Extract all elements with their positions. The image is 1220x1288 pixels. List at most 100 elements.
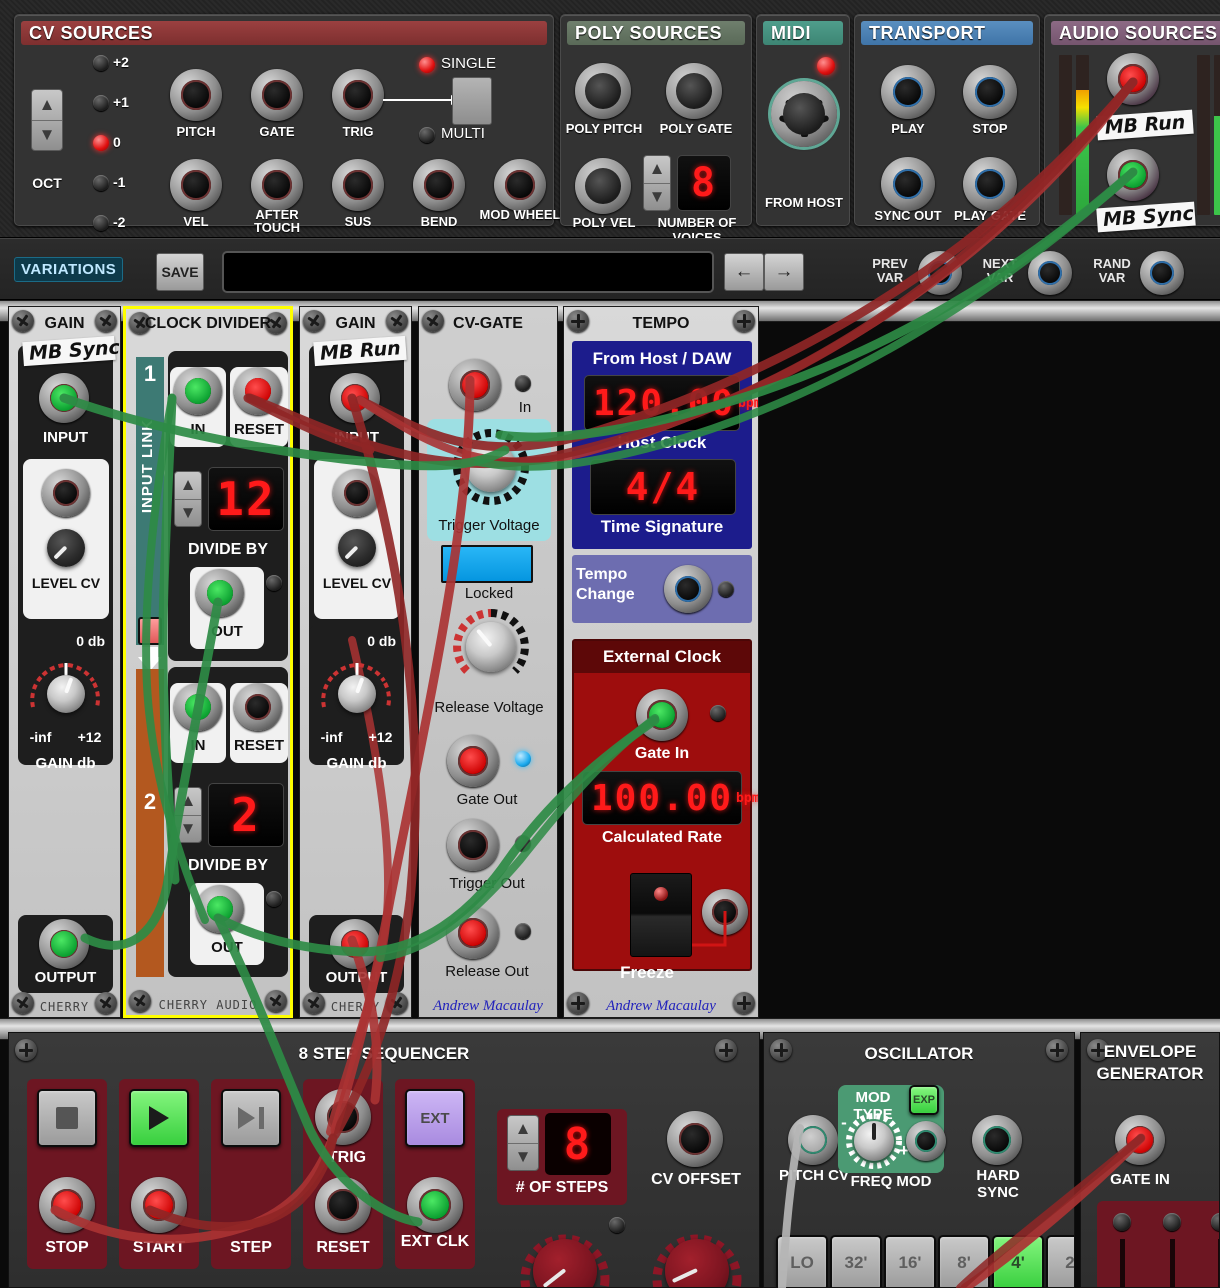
variations-save-button[interactable]: SAVE <box>156 253 204 291</box>
transport-title: TRANSPORT <box>861 21 1033 45</box>
variations-next-button[interactable]: → <box>764 253 804 291</box>
cv-offset-jack[interactable] <box>667 1111 723 1167</box>
jack-poly-gate-label: POLY GATE <box>659 121 733 136</box>
jack-stop[interactable] <box>963 65 1017 119</box>
oct-led-plus2 <box>93 55 109 71</box>
octave-up-button[interactable]: ▲ <box>32 90 62 121</box>
io-panel: CV SOURCES ▲ ▼ OCT +2 +1 0 -1 -2 PITCH G… <box>0 0 1220 245</box>
jack-prev-var[interactable] <box>918 251 962 295</box>
div2-divide-by-label: DIVIDE BY <box>187 857 268 874</box>
octave-down-button[interactable]: ▼ <box>32 121 62 151</box>
jack-poly-vel-label: POLY VEL <box>572 215 636 230</box>
single-multi-toggle-button[interactable] <box>452 77 492 125</box>
oscillator-freq-mod-knob[interactable] <box>854 1121 894 1161</box>
cvgate-trigger-voltage-label: Trigger Voltage <box>438 517 540 534</box>
gain1-level-cv-knob[interactable] <box>47 529 85 567</box>
variations-name-field[interactable] <box>222 251 714 293</box>
jack-sync-out[interactable] <box>881 157 935 211</box>
envelope-slider-track-1[interactable] <box>1120 1239 1125 1287</box>
jack-rand-var[interactable] <box>1140 251 1184 295</box>
steps-down-button[interactable]: ▼ <box>508 1144 538 1171</box>
cvgate-release-voltage-knob[interactable] <box>466 622 516 672</box>
variations-prev-button[interactable]: ← <box>724 253 764 291</box>
voices-down-button[interactable]: ▼ <box>644 184 670 211</box>
label-mb-sync: MB Sync <box>1096 201 1196 233</box>
div2-up-button[interactable]: ▲ <box>175 788 201 816</box>
octave-spinner[interactable]: ▲ ▼ <box>31 89 63 151</box>
jack-next-var[interactable] <box>1028 251 1072 295</box>
tempo-external-clock-label: External Clock <box>602 647 722 666</box>
jack-vel[interactable] <box>170 159 222 211</box>
oct-led-zero <box>93 135 109 151</box>
div1-spinner[interactable]: ▲ ▼ <box>174 471 202 527</box>
gain1-output-plug <box>51 931 77 957</box>
module-gain-2: GAIN INPUT LEVEL CV 0 db -inf +12 GAIN d… <box>299 306 412 1018</box>
jack-sus[interactable] <box>332 159 384 211</box>
sequencer-start-button[interactable] <box>129 1089 189 1147</box>
input-link-button[interactable] <box>138 617 162 645</box>
div1-down-button[interactable]: ▼ <box>175 500 201 527</box>
oscillator-hard-sync-jack[interactable] <box>972 1115 1022 1165</box>
tempo-host-clock-label: Host Clock <box>617 433 707 452</box>
jack-poly-pitch[interactable] <box>575 63 631 119</box>
jack-modwheel[interactable] <box>494 159 546 211</box>
steps-up-button[interactable]: ▲ <box>508 1116 538 1144</box>
voices-spinner[interactable]: ▲ ▼ <box>643 155 671 211</box>
tempo-freeze-switch[interactable] <box>630 873 692 957</box>
div1-up-button[interactable]: ▲ <box>175 472 201 500</box>
gain2-level-cv-jack[interactable] <box>333 469 381 517</box>
jack-aftertouch[interactable] <box>251 159 303 211</box>
oscillator-footage-lo[interactable]: LO <box>776 1235 828 1287</box>
oscillator-footage-2[interactable]: 2' <box>1046 1235 1074 1287</box>
div1-out-plug <box>207 580 233 606</box>
envelope-slider-led-2 <box>1163 1213 1181 1231</box>
jack-play-gate[interactable] <box>963 157 1017 211</box>
sequencer-step-button[interactable] <box>221 1089 281 1147</box>
trig-multi-arrow-icon <box>383 95 461 105</box>
div2-reset-jack[interactable] <box>234 683 282 731</box>
tempo-change-jack[interactable] <box>664 565 712 613</box>
jack-play[interactable] <box>881 65 935 119</box>
tempo-freeze-link-icon <box>692 911 727 947</box>
cvgate-trigger-voltage-knob[interactable] <box>466 442 516 492</box>
oscillator-footage-16[interactable]: 16' <box>884 1235 936 1287</box>
jack-gate[interactable] <box>251 69 303 121</box>
step-icon <box>237 1107 265 1129</box>
jack-poly-vel[interactable] <box>575 158 631 214</box>
jack-bend[interactable] <box>413 159 465 211</box>
div2-down-button[interactable]: ▼ <box>175 816 201 843</box>
jack-pitch[interactable] <box>170 69 222 121</box>
cvgate-release-out-led <box>515 923 531 939</box>
jack-trig[interactable] <box>332 69 384 121</box>
div1-in-label: IN <box>190 421 206 438</box>
steps-spinner[interactable]: ▲ ▼ <box>507 1115 539 1171</box>
sequencer-stop-button[interactable] <box>37 1089 97 1147</box>
div2-spinner[interactable]: ▲ ▼ <box>174 787 202 843</box>
gain2-gain-knob[interactable] <box>338 675 376 713</box>
tempo-calculated-display: 100.00 bpm <box>582 771 758 825</box>
oscillator-footage-32[interactable]: 32' <box>830 1235 882 1287</box>
sequencer-reset-jack[interactable] <box>315 1177 371 1233</box>
oscillator-footage-8[interactable]: 8' <box>938 1235 990 1287</box>
module-cv-gate-title: CV-GATE <box>453 315 523 332</box>
jack-modwheel-label: MOD WHEEL <box>479 207 561 222</box>
jack-poly-gate[interactable] <box>666 63 722 119</box>
module-rack: GAIN INPUT LEVEL CV 0 db 0 db -inf +12 G… <box>0 300 1220 1288</box>
envelope-slider-track-2[interactable] <box>1170 1239 1175 1287</box>
oscillator-exp-button[interactable]: EXP <box>909 1085 939 1115</box>
jack-midi-from-host[interactable] <box>771 81 837 147</box>
oct-led-minus2 <box>93 215 109 231</box>
oscillator-footage-4[interactable]: 4' <box>992 1235 1044 1287</box>
cvgate-locked-button[interactable] <box>441 545 533 583</box>
midi-panel: MIDI FROM HOST <box>756 14 850 226</box>
module-sequencer-title: 8 STEP SEQUENCER <box>298 1044 470 1063</box>
gain1-level-cv-jack[interactable] <box>42 469 90 517</box>
cvgate-trigger-out-jack[interactable] <box>447 819 499 871</box>
sequencer-ext-button[interactable]: EXT <box>405 1089 465 1147</box>
gain2-gain-db-label: GAIN db <box>326 755 387 772</box>
gain2-level-cv-knob[interactable] <box>338 529 376 567</box>
sequencer-trig-jack[interactable] <box>315 1089 371 1145</box>
voices-up-button[interactable]: ▲ <box>644 156 670 184</box>
oscillator-freq-mod-jack[interactable] <box>906 1121 946 1161</box>
gain1-gain-knob[interactable] <box>47 675 85 713</box>
